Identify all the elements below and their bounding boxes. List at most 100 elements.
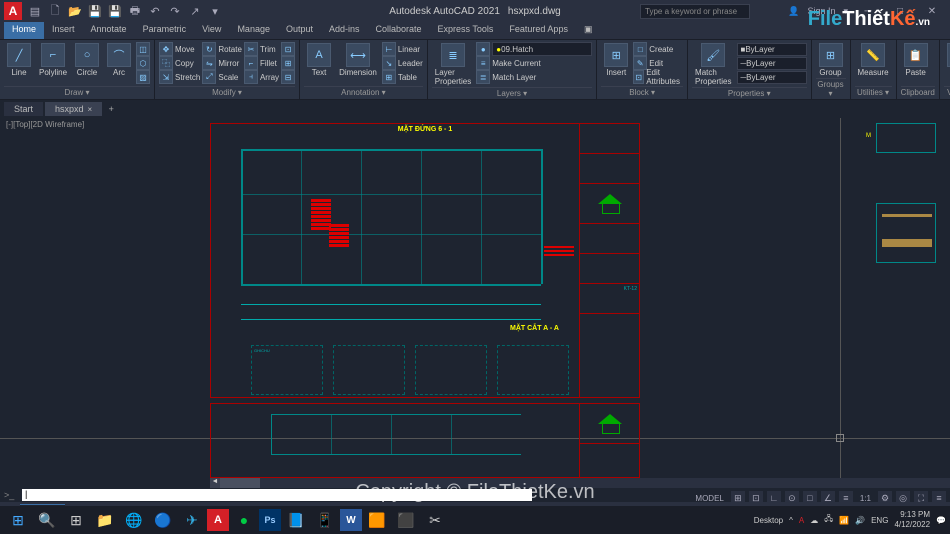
clean-screen-icon[interactable]: ⛶ bbox=[914, 491, 928, 505]
panel-block-label[interactable]: Block ▾ bbox=[601, 86, 683, 97]
new-tab-button[interactable]: + bbox=[104, 102, 118, 116]
tab-view[interactable]: View bbox=[194, 22, 229, 39]
undo-icon[interactable]: ↶ bbox=[148, 4, 162, 18]
otrack-toggle-icon[interactable]: ∠ bbox=[821, 491, 835, 505]
layer-state-icon[interactable]: ● bbox=[476, 42, 490, 56]
edit-attributes-button[interactable]: Edit Attributes bbox=[646, 68, 683, 86]
base-button[interactable]: ⊡Base bbox=[944, 42, 950, 78]
modify-misc-icon2[interactable]: ⊞ bbox=[281, 56, 295, 70]
leader-icon[interactable]: ↘ bbox=[382, 56, 396, 70]
misc-draw-icon[interactable]: ◫ bbox=[136, 42, 150, 56]
tray-chevron-icon[interactable]: ^ bbox=[789, 516, 793, 525]
trim-button[interactable]: Trim bbox=[260, 45, 276, 54]
lineweight-dropdown[interactable]: ─ ByLayer bbox=[737, 57, 807, 70]
open-icon[interactable]: 📂 bbox=[68, 4, 82, 18]
leader-button[interactable]: Leader bbox=[398, 59, 423, 68]
tab-extra-icon[interactable]: ▣ bbox=[576, 22, 601, 39]
panel-properties-label[interactable]: Properties ▾ bbox=[692, 87, 806, 98]
tab-insert[interactable]: Insert bbox=[44, 22, 83, 39]
saveas-icon[interactable]: 💾 bbox=[108, 4, 122, 18]
tab-annotate[interactable]: Annotate bbox=[83, 22, 135, 39]
tray-wifi-icon[interactable]: 📶 bbox=[839, 516, 849, 525]
tab-featured[interactable]: Featured Apps bbox=[501, 22, 576, 39]
grid-toggle-icon[interactable]: ⊞ bbox=[731, 491, 745, 505]
tray-language-icon[interactable]: ENG bbox=[871, 516, 888, 525]
lwt-toggle-icon[interactable]: ≡ bbox=[839, 491, 853, 505]
ortho-toggle-icon[interactable]: ∟ bbox=[767, 491, 781, 505]
polyline-button[interactable]: ⌐Polyline bbox=[36, 42, 70, 78]
misc-draw-icon3[interactable]: ▨ bbox=[136, 70, 150, 84]
settings-icon[interactable]: ⚙ bbox=[878, 491, 892, 505]
measure-button[interactable]: 📏Measure bbox=[855, 42, 892, 78]
telegram-icon[interactable]: ✈ bbox=[178, 508, 206, 532]
tray-onedrive-icon[interactable]: ☁ bbox=[810, 516, 818, 525]
text-button[interactable]: AText bbox=[304, 42, 334, 78]
circle-button[interactable]: ○Circle bbox=[72, 42, 102, 78]
tab-output[interactable]: Output bbox=[278, 22, 321, 39]
tab-home[interactable]: Home bbox=[4, 22, 44, 39]
match-layer-button[interactable]: Match Layer bbox=[492, 73, 536, 82]
desktop-toolbar[interactable]: Desktop bbox=[754, 516, 783, 525]
mirror-button[interactable]: Mirror bbox=[218, 59, 239, 68]
search-input[interactable]: Type a keyword or phrase bbox=[640, 4, 750, 19]
table-icon[interactable]: ⊞ bbox=[382, 70, 396, 84]
stretch-button[interactable]: Stretch bbox=[175, 73, 200, 82]
group-button[interactable]: ⊞Group bbox=[816, 42, 846, 78]
copy-icon[interactable]: ⿻ bbox=[159, 56, 173, 70]
tray-clock[interactable]: 9:13 PM 4/12/2022 bbox=[894, 510, 930, 530]
tab-addins[interactable]: Add-ins bbox=[321, 22, 368, 39]
word-icon[interactable]: W bbox=[340, 509, 362, 531]
layer-props-button[interactable]: ≣Layer Properties bbox=[432, 42, 474, 87]
modify-misc-icon[interactable]: ⊡ bbox=[281, 42, 295, 56]
stretch-icon[interactable]: ⇲ bbox=[159, 70, 173, 84]
panel-clipboard-label[interactable]: Clipboard bbox=[901, 86, 935, 97]
color-dropdown[interactable]: ■ ByLayer bbox=[737, 43, 807, 56]
new-icon[interactable]: 🗋 bbox=[48, 4, 62, 18]
layer-dropdown[interactable]: ● 09.Hatch bbox=[492, 42, 592, 56]
isolate-icon[interactable]: ◎ bbox=[896, 491, 910, 505]
customize-icon[interactable]: ≡ bbox=[932, 491, 946, 505]
photoshop-icon[interactable]: Ps bbox=[259, 509, 281, 531]
trim-icon[interactable]: ✂ bbox=[244, 42, 258, 56]
line-button[interactable]: ╱Line bbox=[4, 42, 34, 78]
mirror-icon[interactable]: ⇋ bbox=[202, 56, 216, 70]
fillet-button[interactable]: Fillet bbox=[260, 59, 277, 68]
linetype-dropdown[interactable]: ─ ByLayer bbox=[737, 71, 807, 84]
panel-annotation-label[interactable]: Annotation ▾ bbox=[304, 86, 423, 97]
explorer-icon[interactable]: 📁 bbox=[91, 508, 119, 532]
status-model[interactable]: MODEL bbox=[692, 494, 726, 503]
qat-dropdown-icon[interactable]: ▾ bbox=[208, 4, 222, 18]
create-button[interactable]: Create bbox=[649, 45, 673, 54]
match-layer-icon[interactable]: ≣ bbox=[476, 70, 490, 84]
snap-toggle-icon[interactable]: ⊡ bbox=[749, 491, 763, 505]
tab-express[interactable]: Express Tools bbox=[430, 22, 502, 39]
panel-groups-label[interactable]: Groups ▾ bbox=[816, 78, 846, 98]
scale-icon[interactable]: ⤢ bbox=[202, 70, 216, 84]
rotate-icon[interactable]: ↻ bbox=[202, 42, 216, 56]
move-button[interactable]: Move bbox=[175, 45, 195, 54]
linear-icon[interactable]: ⊢ bbox=[382, 42, 396, 56]
misc-draw-icon2[interactable]: ⬡ bbox=[136, 56, 150, 70]
save-icon[interactable]: 💾 bbox=[88, 4, 102, 18]
scale-button[interactable]: Scale bbox=[218, 73, 238, 82]
edge-icon[interactable]: 🌐 bbox=[120, 508, 148, 532]
arc-button[interactable]: ⌒Arc bbox=[104, 42, 134, 78]
file-tab-start[interactable]: Start bbox=[4, 102, 43, 116]
autocad-icon[interactable]: A bbox=[207, 509, 229, 531]
edit-icon[interactable]: ✎ bbox=[633, 56, 647, 70]
match-props-button[interactable]: 🖌Match Properties bbox=[692, 42, 734, 87]
tray-app-icon[interactable]: A bbox=[799, 516, 804, 525]
tab-parametric[interactable]: Parametric bbox=[135, 22, 195, 39]
snipping-icon[interactable]: ✂ bbox=[421, 508, 449, 532]
chrome-icon[interactable]: 🔵 bbox=[149, 508, 177, 532]
panel-utilities-label[interactable]: Utilities ▾ bbox=[855, 86, 892, 97]
redo-icon[interactable]: ↷ bbox=[168, 4, 182, 18]
linear-button[interactable]: Linear bbox=[398, 45, 420, 54]
app-icon4[interactable]: 🟧 bbox=[363, 508, 391, 532]
notification-icon[interactable]: 💬 bbox=[936, 516, 946, 525]
scroll-left-icon[interactable]: ◄ bbox=[210, 478, 220, 488]
tab-collaborate[interactable]: Collaborate bbox=[368, 22, 430, 39]
viewport-label[interactable]: [-][Top][2D Wireframe] bbox=[6, 120, 84, 129]
tray-network-icon[interactable]: 🖧 bbox=[824, 513, 833, 527]
match-icon[interactable]: ≡ bbox=[476, 56, 490, 70]
